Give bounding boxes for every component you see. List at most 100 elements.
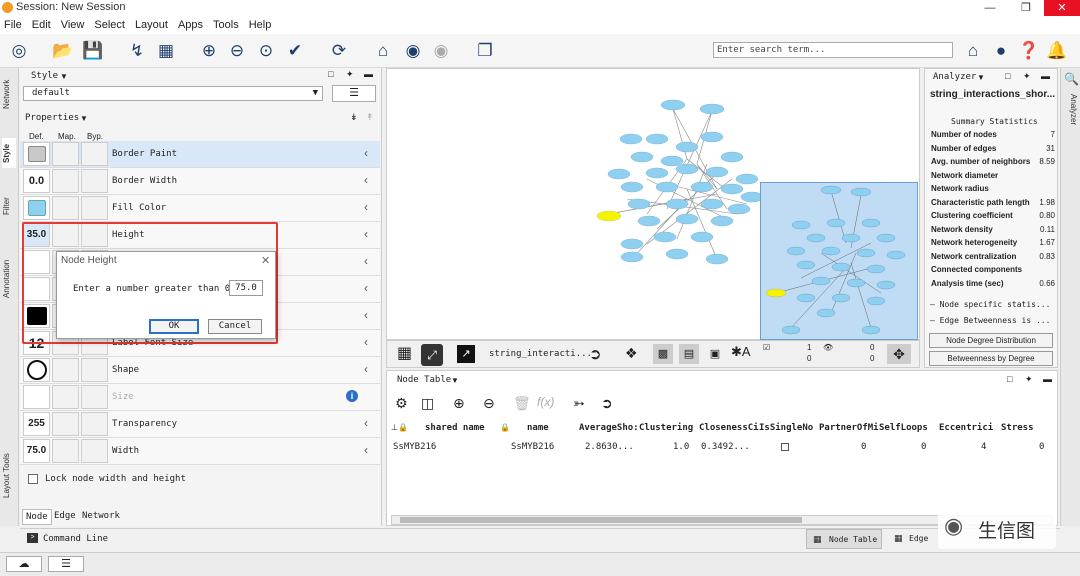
tab-layout-tools[interactable]: Layout Tools bbox=[2, 446, 16, 506]
search-input[interactable]: Enter search term... bbox=[713, 42, 953, 58]
cell-closeness[interactable]: 0.3492... bbox=[701, 442, 750, 452]
col-shared-name[interactable]: shared name bbox=[425, 423, 485, 433]
shape-map[interactable] bbox=[52, 358, 79, 382]
col-closeness[interactable]: ClosenessCi bbox=[699, 423, 759, 433]
bottom-tab-network[interactable]: Network bbox=[79, 509, 123, 525]
style-select[interactable]: default ▼ bbox=[23, 86, 323, 101]
task-list-icon[interactable]: ☰ bbox=[48, 556, 84, 572]
refresh-icon[interactable]: ⟳ bbox=[328, 40, 350, 62]
shape-def[interactable] bbox=[23, 358, 50, 382]
cloud-icon[interactable]: ☁ bbox=[6, 556, 42, 572]
zoom-in-icon[interactable]: ⊕ bbox=[198, 40, 220, 62]
prop-row-size[interactable]: Size i bbox=[20, 384, 380, 411]
open-folder-icon[interactable]: 📂 bbox=[52, 40, 74, 62]
style-dropdown-arrow-icon[interactable]: ▼ bbox=[60, 72, 68, 81]
border-width-def[interactable]: 0.0 bbox=[23, 169, 50, 193]
tab-analyzer[interactable]: Analyzer bbox=[1064, 88, 1078, 132]
border-paint-map[interactable] bbox=[52, 142, 79, 166]
cell-stress[interactable]: 0 bbox=[1039, 442, 1044, 452]
network-icon[interactable]: ◎ bbox=[8, 40, 30, 62]
menu-file[interactable]: File bbox=[4, 19, 22, 31]
delete-column-icon[interactable]: ⊖ bbox=[483, 395, 495, 412]
gear-icon[interactable]: ⚙ bbox=[395, 395, 408, 412]
pin-icon[interactable]: ✦ bbox=[346, 69, 354, 80]
chevron-left-icon[interactable]: ‹ bbox=[364, 308, 368, 322]
properties-arrow-icon[interactable]: ▼ bbox=[80, 114, 88, 123]
text-annotation-icon[interactable]: ✱A bbox=[731, 344, 751, 360]
prop-row-width[interactable]: 75.0 Width ‹ bbox=[20, 438, 380, 465]
home-icon[interactable]: ⌂ bbox=[962, 40, 984, 62]
select-nodes-icon[interactable]: ▩ bbox=[653, 344, 673, 364]
columns-icon[interactable]: ◫ bbox=[421, 395, 434, 412]
col-name[interactable]: name bbox=[527, 423, 549, 433]
chevron-left-icon[interactable]: ‹ bbox=[364, 254, 368, 268]
cell-name[interactable]: SsMYB216 bbox=[511, 442, 554, 452]
chevron-left-icon[interactable]: ‹ bbox=[364, 146, 368, 160]
prop-row-border-width[interactable]: 0.0 Border Width ‹ bbox=[20, 168, 380, 195]
col-stress[interactable]: Stress bbox=[1001, 423, 1034, 433]
collapse-all-icon[interactable]: ↡ bbox=[350, 112, 358, 123]
prop-row-transparency[interactable]: 255 Transparency ‹ bbox=[20, 411, 380, 438]
cell-average-shortest[interactable]: 2.8630... bbox=[585, 442, 634, 452]
fill-color-map[interactable] bbox=[52, 196, 79, 220]
pin-icon[interactable]: ✦ bbox=[1025, 374, 1033, 385]
transparency-map[interactable] bbox=[52, 412, 79, 436]
import-table-icon[interactable]: ▦ bbox=[155, 40, 177, 62]
network-overview[interactable] bbox=[760, 182, 918, 340]
node-table-title[interactable]: Node Table bbox=[397, 375, 451, 385]
menu-view[interactable]: View bbox=[61, 19, 85, 31]
close-icon[interactable]: ✕ bbox=[1044, 0, 1080, 16]
checkbox-icon[interactable]: ☑ bbox=[763, 343, 770, 352]
col-average-shortest[interactable]: AverageSho: bbox=[579, 423, 639, 433]
zoom-fit-icon[interactable]: ⊙ bbox=[255, 40, 277, 62]
maximize-icon[interactable]: ❐ bbox=[1008, 0, 1044, 16]
chevron-left-icon[interactable]: ‹ bbox=[364, 443, 368, 457]
tab-filter[interactable]: Filter bbox=[2, 192, 16, 220]
menu-layout[interactable]: Layout bbox=[135, 19, 168, 31]
col-eccentricity[interactable]: Eccentrici bbox=[939, 423, 993, 433]
chevron-left-icon[interactable]: ‹ bbox=[364, 173, 368, 187]
chevron-left-icon[interactable]: ‹ bbox=[364, 335, 368, 349]
betweenness-by-degree-button[interactable]: Betweenness by Degree bbox=[929, 351, 1053, 366]
width-byp[interactable] bbox=[81, 439, 108, 463]
size-map[interactable] bbox=[52, 385, 79, 409]
layout-icon[interactable]: ❖ bbox=[625, 345, 638, 362]
prop-row-border-paint[interactable]: Border Paint ‹ bbox=[20, 141, 380, 168]
bottom-tab-node[interactable]: Node bbox=[22, 509, 52, 525]
eye-icon[interactable]: 👁 bbox=[823, 343, 833, 352]
chevron-left-icon[interactable]: ‹ bbox=[364, 227, 368, 241]
selected-node[interactable] bbox=[596, 210, 622, 222]
width-def[interactable]: 75.0 bbox=[23, 439, 50, 463]
fill-color-byp[interactable] bbox=[81, 196, 108, 220]
transparency-def[interactable]: 255 bbox=[23, 412, 50, 436]
style-panel-title[interactable]: Style bbox=[31, 71, 58, 81]
chevron-left-icon[interactable]: ‹ bbox=[364, 200, 368, 214]
zoom-selected-icon[interactable]: ✔ bbox=[284, 40, 306, 62]
col-is-single-node[interactable]: IsSingleNo bbox=[759, 423, 813, 433]
size-byp[interactable] bbox=[81, 385, 108, 409]
expand-all-icon[interactable]: ↟ bbox=[366, 112, 374, 123]
hide-icon[interactable]: ◉ bbox=[402, 40, 424, 62]
info-icon[interactable]: i bbox=[346, 390, 358, 402]
ok-button[interactable]: OK bbox=[149, 319, 199, 334]
home-first-neighbors-icon[interactable]: ⌂ bbox=[372, 40, 394, 62]
col-self-loops[interactable]: SelfLoops bbox=[879, 423, 928, 433]
height-value-input[interactable]: 75.0 bbox=[229, 280, 263, 296]
import-table-icon[interactable]: ➳ bbox=[573, 395, 585, 412]
border-paint-byp[interactable] bbox=[81, 142, 108, 166]
size-def[interactable] bbox=[23, 385, 50, 409]
style-menu-button[interactable]: ☰ bbox=[332, 85, 376, 102]
float-panel-icon[interactable]: □ bbox=[1007, 374, 1012, 384]
cancel-button[interactable]: Cancel bbox=[208, 319, 262, 334]
function-icon[interactable]: f(x) bbox=[537, 395, 554, 409]
node-specific-stats-toggle[interactable]: – Node specific statis... bbox=[930, 300, 1050, 309]
lock-checkbox[interactable] bbox=[28, 474, 38, 484]
edge-betweenness-toggle[interactable]: – Edge Betweenness is ... bbox=[930, 316, 1050, 325]
minimize-panel-icon[interactable]: ▬ bbox=[1043, 374, 1052, 384]
import-network-icon[interactable]: ↯ bbox=[126, 40, 148, 62]
analyzer-tab-icon[interactable]: 🔍 bbox=[1064, 72, 1079, 86]
node-degree-distribution-button[interactable]: Node Degree Distribution bbox=[929, 333, 1053, 348]
menu-edit[interactable]: Edit bbox=[32, 19, 51, 31]
command-line-label[interactable]: Command Line bbox=[43, 534, 108, 544]
minimize-panel-icon[interactable]: ▬ bbox=[364, 69, 373, 79]
